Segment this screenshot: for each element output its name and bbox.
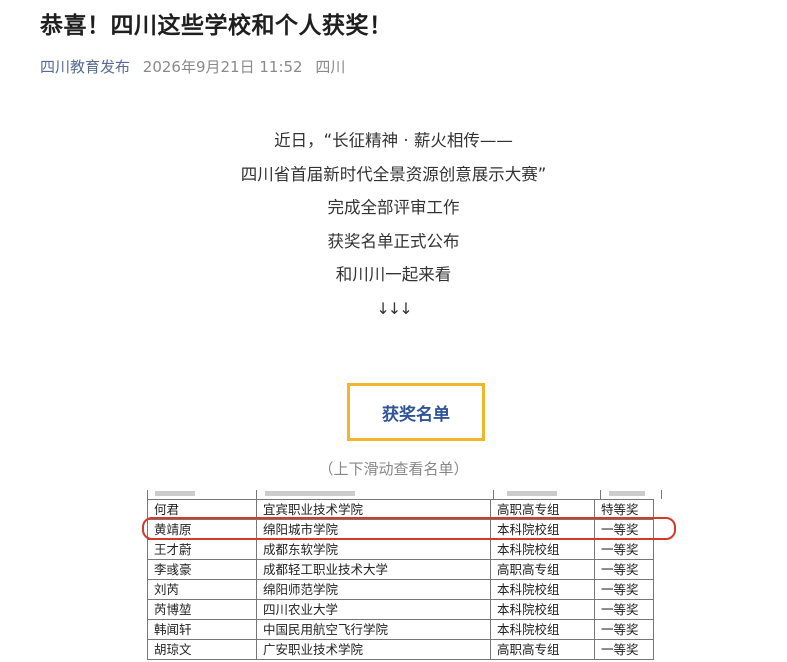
award-cell: 一等奖 — [594, 579, 654, 600]
winner-name-cell: 王才蔚 — [147, 539, 257, 560]
table-row: 黄靖原 绵阳城市学院 本科院校组 一等奖 — [147, 519, 654, 540]
table-row: 芮博堃 四川农业大学 本科院校组 一等奖 — [147, 599, 654, 620]
winner-name-cell: 韩闻轩 — [147, 619, 257, 640]
award-cell: 一等奖 — [594, 599, 654, 620]
table-row: 李彧豪 成都轻工职业技术大学 高职高专组 一等奖 — [147, 559, 654, 580]
scroll-hint: （上下滑动查看名单） — [318, 460, 469, 478]
award-cell: 一等奖 — [594, 639, 654, 660]
table-row: 何君 宜宾职业技术学院 高职高专组 特等奖 — [147, 499, 654, 520]
winners-table-scroll[interactable]: 何君 宜宾职业技术学院 高职高专组 特等奖 黄靖原 绵阳城市学院 本科院校组 一等奖 王才蔚 成都… — [147, 490, 662, 662]
cut-off-row — [147, 490, 662, 499]
intro-line: 完成全部评审工作 — [327, 198, 460, 217]
table-row: 刘芮 绵阳师范学院 本科院校组 一等奖 — [147, 579, 654, 600]
school-cell: 四川农业大学 — [256, 599, 491, 620]
group-cell: 本科院校组 — [490, 599, 595, 620]
school-cell: 中国民用航空飞行学院 — [256, 619, 491, 640]
winner-name-cell: 黄靖原 — [147, 519, 257, 540]
intro-text: 近日，“长征精神 · 薪火相传—— 四川省首届新时代全景资源创意展示大赛” 完成… — [0, 124, 787, 325]
award-list-heading: 获奖名单 — [347, 383, 485, 441]
intro-line: 获奖名单正式公布 — [327, 231, 460, 251]
award-cell: 一等奖 — [594, 619, 654, 640]
school-cell: 绵阳师范学院 — [256, 579, 491, 600]
account-name-link[interactable]: 四川教育发布 — [40, 58, 130, 76]
school-cell: 成都东软学院 — [256, 539, 491, 560]
winners-table: 何君 宜宾职业技术学院 高职高专组 特等奖 黄靖原 绵阳城市学院 本科院校组 一等奖 王才蔚 成都… — [147, 499, 654, 660]
winner-name-cell: 李彧豪 — [147, 559, 257, 580]
award-list-label: 获奖名单 — [382, 404, 450, 425]
group-cell: 本科院校组 — [490, 579, 595, 600]
intro-line: 四川省首届新时代全景资源创意展示大赛” — [240, 164, 547, 184]
publish-date: 2026年9月21日 11:52 — [142, 58, 303, 76]
group-cell: 本科院校组 — [490, 519, 595, 540]
region-label: 四川 — [315, 58, 346, 76]
school-cell: 宜宾职业技术学院 — [256, 499, 491, 520]
intro-line: 和川川一起来看 — [335, 265, 452, 284]
group-cell: 高职高专组 — [490, 499, 595, 520]
award-cell: 特等奖 — [594, 499, 654, 520]
intro-line: 近日，“长征精神 · 薪火相传—— — [274, 131, 513, 150]
winner-name-cell: 何君 — [147, 499, 257, 520]
table-row: 韩闻轩 中国民用航空飞行学院 本科院校组 一等奖 — [147, 619, 654, 640]
group-cell: 本科院校组 — [490, 539, 595, 560]
table-row: 胡琼文 广安职业技术学院 高职高专组 一等奖 — [147, 639, 654, 660]
school-cell: 绵阳城市学院 — [256, 519, 491, 540]
winner-name-cell: 芮博堃 — [147, 599, 257, 620]
group-cell: 高职高专组 — [490, 559, 595, 580]
winner-name-cell: 胡琼文 — [147, 639, 257, 660]
award-cell: 一等奖 — [594, 539, 654, 560]
article-meta: 四川教育发布 2026年9月21日 11:52 四川 — [40, 56, 345, 77]
school-cell: 广安职业技术学院 — [256, 639, 491, 660]
winner-name-cell: 刘芮 — [147, 579, 257, 600]
award-cell: 一等奖 — [594, 559, 654, 580]
school-cell: 成都轻工职业技术大学 — [256, 559, 491, 580]
down-arrows: ↓↓↓ — [376, 298, 412, 318]
article-title: 恭喜！四川这些学校和个人获奖！ — [40, 13, 393, 39]
group-cell: 本科院校组 — [490, 619, 595, 640]
group-cell: 高职高专组 — [490, 639, 595, 660]
award-cell: 一等奖 — [594, 519, 654, 540]
table-row: 王才蔚 成都东软学院 本科院校组 一等奖 — [147, 539, 654, 560]
